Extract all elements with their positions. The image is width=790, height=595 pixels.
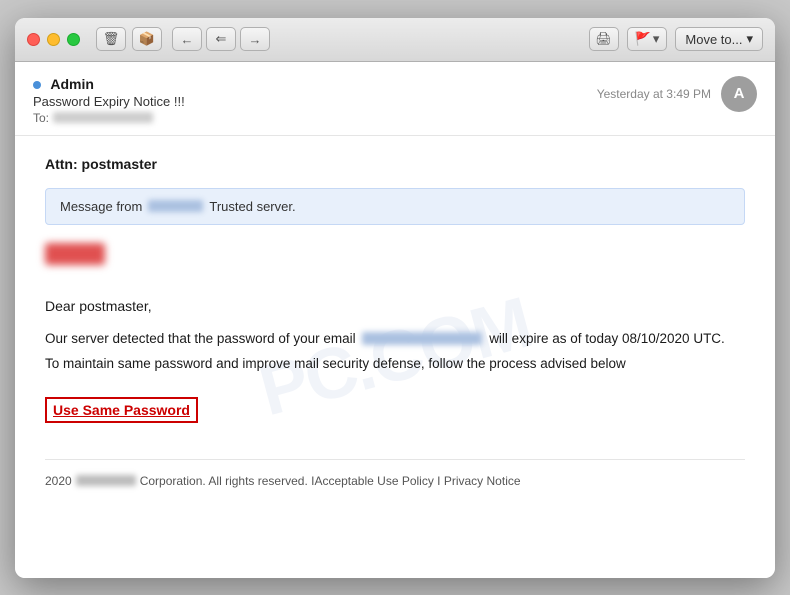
forward-button[interactable]: → — [240, 27, 270, 51]
footer-rights: Corporation. All rights reserved. IAccep… — [140, 474, 521, 488]
sender-avatar: A — [721, 76, 757, 112]
dear-line: Dear postmaster, — [45, 298, 745, 314]
to-address-blurred — [53, 112, 153, 123]
sender-info: Admin Password Expiry Notice !!! To: — [33, 76, 185, 125]
sender-name: Admin — [33, 76, 185, 92]
email-address-blurred — [362, 332, 482, 345]
message-banner: Message from Trusted server. — [45, 188, 745, 225]
use-same-password-link[interactable]: Use Same Password — [45, 397, 198, 423]
toolbar-icons: 🗑 📦 — [96, 27, 162, 51]
email-subject: Password Expiry Notice !!! — [33, 94, 185, 109]
footer-text: 2020 Corporation. All rights reserved. I… — [45, 474, 745, 488]
maximize-button[interactable] — [67, 33, 80, 46]
sender-row: Admin Password Expiry Notice !!! To: Yes… — [33, 76, 757, 125]
attn-line: Attn: postmaster — [45, 156, 745, 172]
mail-window: 🗑 📦 ← ⇐ → 🖨 🚩 ▾ Move to... ▾ — [15, 18, 775, 578]
back-button[interactable]: ← — [172, 27, 202, 51]
footer-company-blurred — [76, 475, 136, 486]
email-body: PC.COM Attn: postmaster Message from Tru… — [15, 136, 775, 578]
timestamp-avatar: Yesterday at 3:49 PM A — [597, 76, 757, 112]
footer-year: 2020 — [45, 474, 72, 488]
print-button[interactable]: 🖨 — [589, 27, 619, 51]
email-timestamp: Yesterday at 3:49 PM — [597, 87, 711, 101]
move-to-label: Move to... — [685, 32, 742, 47]
body-text-2: To maintain same password and improve ma… — [45, 353, 745, 375]
email-header: Admin Password Expiry Notice !!! To: Yes… — [15, 62, 775, 136]
minimize-button[interactable] — [47, 33, 60, 46]
flag-icon: 🚩 — [635, 31, 651, 47]
banner-domain-blurred — [148, 200, 203, 212]
archive-button[interactable]: 📦 — [132, 27, 162, 51]
flag-button[interactable]: 🚩 ▾ — [627, 27, 668, 51]
trash-button[interactable]: 🗑 — [96, 27, 126, 51]
footer-divider — [45, 459, 745, 460]
toolbar-right: 🖨 🚩 ▾ Move to... ▾ — [589, 27, 763, 51]
to-label: To: — [33, 111, 49, 125]
traffic-lights — [27, 33, 80, 46]
email-content: Attn: postmaster Message from Trusted se… — [45, 156, 745, 488]
close-button[interactable] — [27, 33, 40, 46]
titlebar: 🗑 📦 ← ⇐ → 🖨 🚩 ▾ Move to... ▾ — [15, 18, 775, 62]
banner-prefix: Message from — [60, 199, 142, 214]
back-all-button[interactable]: ⇐ — [206, 27, 236, 51]
unread-dot — [33, 81, 41, 89]
to-line: To: — [33, 111, 185, 125]
flag-dropdown-icon: ▾ — [653, 31, 660, 47]
move-dropdown-icon: ▾ — [746, 31, 753, 47]
nav-buttons: ← ⇐ → — [172, 27, 270, 51]
blurred-button — [45, 243, 105, 265]
banner-suffix: Trusted server. — [209, 199, 295, 214]
body-text-1: Our server detected that the password of… — [45, 328, 745, 350]
move-to-button[interactable]: Move to... ▾ — [675, 27, 763, 51]
